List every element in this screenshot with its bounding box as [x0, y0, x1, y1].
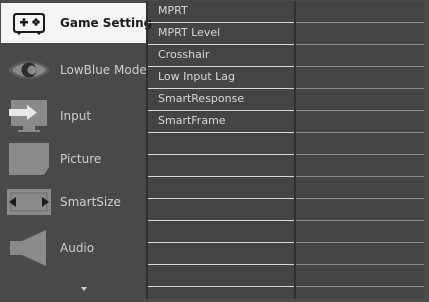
submenu-item-label: Low Input Lag — [158, 70, 235, 83]
row-divider — [296, 286, 424, 287]
row-divider — [148, 285, 294, 287]
submenu-item-empty[interactable] — [148, 221, 294, 243]
menu-item-audio[interactable]: Audio — [1, 228, 146, 268]
submenu-item-mprt-level[interactable]: MPRT Level — [148, 23, 294, 45]
input-icon — [5, 96, 53, 136]
row-divider — [296, 44, 424, 45]
submenu-item-empty[interactable] — [148, 133, 294, 155]
submenu-item-low-input-lag[interactable]: Low Input Lag — [148, 67, 294, 89]
scroll-down-arrow-icon[interactable] — [81, 287, 87, 291]
submenu-item-crosshair[interactable]: Crosshair — [148, 45, 294, 67]
row-divider — [296, 198, 424, 199]
row-divider — [296, 176, 424, 177]
submenu-item-empty[interactable] — [148, 243, 294, 265]
monitor-osd: Game Setting LowBlue Mode Input Picture … — [0, 0, 429, 302]
menu-item-smartsize[interactable]: SmartSize — [1, 182, 146, 222]
submenu-item-label: MPRT — [158, 4, 188, 17]
row-divider — [296, 88, 424, 89]
submenu-item-empty[interactable] — [148, 199, 294, 221]
row-divider — [296, 242, 424, 243]
submenu-item-label: SmartResponse — [158, 92, 245, 105]
row-divider — [296, 22, 424, 23]
row-divider — [296, 66, 424, 67]
row-divider — [296, 264, 424, 265]
submenu-item-label: Crosshair — [158, 48, 210, 61]
submenu-item-mprt[interactable]: MPRT — [148, 1, 294, 23]
menu-item-lowblue-mode[interactable]: LowBlue Mode — [1, 50, 147, 90]
menu-item-game-setting[interactable]: Game Setting — [1, 3, 152, 43]
submenu-item-label: MPRT Level — [158, 26, 221, 39]
row-divider — [296, 132, 424, 133]
submenu-item-smartresponse[interactable]: SmartResponse — [148, 89, 294, 111]
value-panel — [296, 1, 424, 299]
osd-panel: Game Setting LowBlue Mode Input Picture … — [1, 1, 424, 299]
gamepad-icon — [5, 3, 53, 43]
picture-icon — [5, 139, 53, 179]
row-divider — [296, 220, 424, 221]
row-divider — [296, 154, 424, 155]
submenu: MPRT MPRT Level Crosshair Low Input Lag … — [148, 1, 294, 299]
menu-item-picture[interactable]: Picture — [1, 139, 146, 179]
speaker-icon — [5, 228, 53, 268]
submenu-item-label: SmartFrame — [158, 114, 226, 127]
menu-item-label: Input — [60, 109, 92, 123]
main-menu: Game Setting LowBlue Mode Input Picture … — [1, 1, 152, 299]
smartsize-icon — [5, 182, 53, 222]
submenu-item-empty[interactable] — [148, 177, 294, 199]
eye-icon — [5, 50, 53, 90]
menu-item-label: Audio — [60, 241, 95, 255]
menu-item-label: SmartSize — [60, 195, 121, 209]
submenu-item-smartframe[interactable]: SmartFrame — [148, 111, 294, 133]
row-divider — [296, 110, 424, 111]
submenu-item-empty[interactable] — [148, 265, 294, 287]
submenu-item-empty[interactable] — [148, 155, 294, 177]
menu-item-label: Picture — [60, 152, 102, 166]
menu-item-label: LowBlue Mode — [60, 63, 147, 77]
menu-item-input[interactable]: Input — [1, 96, 146, 136]
menu-item-label: Game Setting — [60, 16, 153, 30]
